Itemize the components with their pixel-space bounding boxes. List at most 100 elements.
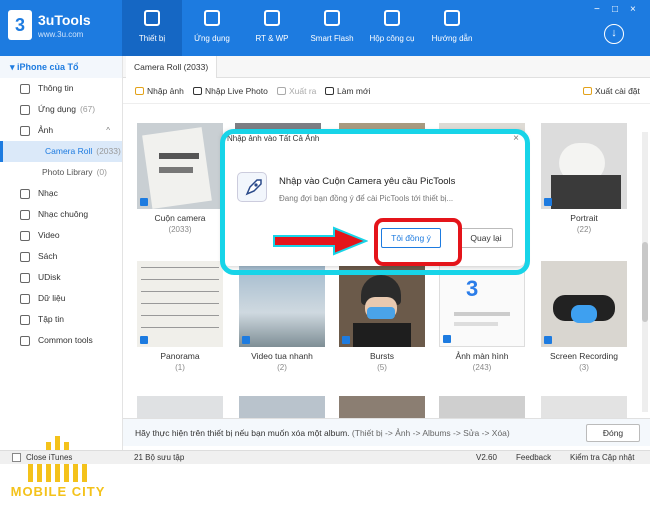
check-update-link[interactable]: Kiểm tra Cập nhật bbox=[570, 453, 634, 462]
sidebar-item-udisk[interactable]: UDisk bbox=[0, 267, 122, 288]
nav-smart-flash[interactable]: Smart Flash bbox=[302, 0, 362, 56]
tab-camera-roll[interactable]: Camera Roll (2033) bbox=[126, 56, 218, 78]
album-count: (2) bbox=[277, 363, 287, 372]
album-count: (3) bbox=[579, 363, 589, 372]
album-hint-bar: Hãy thực hiện trên thiết bị nếu bạn muốn… bbox=[123, 418, 650, 446]
minimize-icon[interactable]: − bbox=[594, 4, 600, 15]
select-checkbox[interactable] bbox=[140, 336, 148, 344]
album-tile[interactable] bbox=[541, 396, 627, 418]
maximize-icon[interactable]: □ bbox=[612, 4, 618, 15]
sidebar-item-count: (0) bbox=[96, 167, 107, 177]
export-button[interactable]: Xuất ra bbox=[277, 86, 316, 96]
select-checkbox[interactable] bbox=[443, 335, 451, 343]
refresh-button[interactable]: Làm mới bbox=[325, 86, 370, 96]
close-window-icon[interactable]: × bbox=[630, 4, 636, 15]
sidebar-item-common-tools[interactable]: Common tools bbox=[0, 330, 122, 351]
sidebar-item-label: UDisk bbox=[38, 272, 61, 282]
sidebar-item-count: (2033) bbox=[96, 146, 121, 156]
nav-label: Ứng dụng bbox=[194, 34, 230, 43]
mobile-city-watermark: MOBILE CITY bbox=[8, 436, 108, 506]
album-count: (22) bbox=[576, 225, 592, 234]
device-label: iPhone của Tổ bbox=[17, 62, 79, 72]
album-name: Panorama bbox=[160, 351, 200, 361]
sidebar-item-label: Camera Roll bbox=[45, 146, 93, 156]
nav-ringtones[interactable]: RT & WP bbox=[242, 0, 302, 56]
sidebar-item-video[interactable]: Video bbox=[0, 225, 122, 246]
import-live-photo-button[interactable]: Nhập Live Photo bbox=[193, 86, 268, 96]
select-checkbox[interactable] bbox=[342, 336, 350, 344]
select-checkbox[interactable] bbox=[140, 198, 148, 206]
select-checkbox[interactable] bbox=[544, 198, 552, 206]
nav-apps[interactable]: Ứng dụng bbox=[182, 0, 242, 56]
album-name: Ảnh màn hình bbox=[455, 351, 509, 361]
file-icon bbox=[20, 315, 30, 325]
sidebar-item-files[interactable]: Tập tin bbox=[0, 309, 122, 330]
sidebar-item-count: (67) bbox=[79, 104, 96, 114]
select-checkbox[interactable] bbox=[242, 336, 250, 344]
album-tile[interactable]: Panorama (1) bbox=[137, 261, 223, 381]
album-tile[interactable] bbox=[137, 396, 223, 418]
vertical-scrollbar[interactable] bbox=[642, 132, 648, 412]
sidebar-item-apps[interactable]: Ứng dụng (67) bbox=[0, 99, 122, 120]
album-tile[interactable]: Video tua nhanh (2) bbox=[239, 261, 325, 381]
album-count: (5) bbox=[377, 363, 387, 372]
sidebar-item-photo-library[interactable]: Photo Library (0) bbox=[0, 162, 122, 183]
album-thumbnail bbox=[137, 123, 223, 209]
sidebar-item-photos[interactable]: Ảnh ^ bbox=[0, 120, 122, 141]
main-nav: Thiết bị Ứng dụng RT & WP Smart Flash Hộ… bbox=[122, 0, 482, 56]
app-logo: 3 3uTools www.3u.com bbox=[8, 10, 108, 44]
select-checkbox[interactable] bbox=[544, 336, 552, 344]
sidebar-item-label: Nhạc bbox=[38, 188, 58, 198]
sidebar-item-label: Ảnh bbox=[38, 125, 54, 135]
device-name[interactable]: ▾ iPhone của Tổ bbox=[0, 56, 122, 78]
refresh-label: Làm mới bbox=[337, 86, 371, 96]
album-tile[interactable]: Cuộn camera (2033) bbox=[137, 123, 223, 243]
sidebar-item-label: Ứng dụng bbox=[38, 104, 76, 114]
close-button[interactable]: Đóng bbox=[586, 424, 640, 442]
sidebar-item-info[interactable]: Thông tin bbox=[0, 78, 122, 99]
download-icon[interactable]: ↓ bbox=[604, 24, 624, 44]
nav-label: Hộp công cụ bbox=[369, 34, 415, 43]
sidebar-item-ringtones[interactable]: Nhạc chuông bbox=[0, 204, 122, 225]
export-settings-button[interactable]: Xuất cài đặt bbox=[583, 86, 640, 96]
sidebar-item-data[interactable]: Dữ liệu bbox=[0, 288, 122, 309]
album-tile[interactable] bbox=[439, 396, 525, 418]
album-tile[interactable] bbox=[339, 396, 425, 418]
export-icon bbox=[277, 87, 286, 95]
album-count: (2033) bbox=[168, 225, 192, 234]
nav-device[interactable]: Thiết bị bbox=[122, 0, 182, 56]
sidebar-item-books[interactable]: Sách bbox=[0, 246, 122, 267]
close-itunes-checkbox[interactable] bbox=[12, 453, 21, 462]
flash-icon bbox=[324, 10, 340, 26]
sidebar-item-camera-roll[interactable]: Camera Roll (2033) bbox=[0, 141, 122, 162]
album-tile[interactable] bbox=[239, 396, 325, 418]
logo-badge: 3 bbox=[8, 10, 32, 40]
album-tile[interactable]: Portrait (22) bbox=[541, 123, 627, 243]
status-bar: Close iTunes 21 Bộ sưu tập V2.60 Feedbac… bbox=[0, 450, 650, 464]
close-itunes-label: Close iTunes bbox=[26, 453, 73, 462]
collections-count: 21 Bộ sưu tập bbox=[134, 453, 185, 462]
tools-icon bbox=[20, 336, 30, 346]
album-thumbnail bbox=[541, 396, 627, 418]
sidebar-item-music[interactable]: Nhạc bbox=[0, 183, 122, 204]
nav-tutorial[interactable]: Hướng dẫn bbox=[422, 0, 482, 56]
album-thumbnail bbox=[541, 123, 627, 209]
album-name: Bursts bbox=[369, 351, 395, 361]
feedback-link[interactable]: Feedback bbox=[516, 453, 551, 462]
scrollbar-thumb[interactable] bbox=[642, 242, 648, 322]
photo-toolbar: Nhập ảnh Nhập Live Photo Xuất ra Làm mới… bbox=[123, 78, 650, 104]
album-name: Video tua nhanh bbox=[251, 351, 313, 361]
sidebar-item-label: Dữ liệu bbox=[38, 293, 66, 303]
album-tile[interactable]: 3 Ảnh màn hình (243) bbox=[439, 261, 525, 381]
import-live-label: Nhập Live Photo bbox=[205, 86, 268, 96]
import-photo-label: Nhập ảnh bbox=[147, 86, 184, 96]
hint-text: Hãy thực hiện trên thiết bị nếu bạn muốn… bbox=[135, 428, 510, 438]
album-tile[interactable]: Bursts (5) bbox=[339, 261, 425, 381]
album-tile[interactable]: Screen Recording (3) bbox=[541, 261, 627, 381]
nav-toolbox[interactable]: Hộp công cụ bbox=[362, 0, 422, 56]
nav-label: Thiết bị bbox=[138, 34, 166, 43]
import-photo-button[interactable]: Nhập ảnh bbox=[135, 86, 184, 96]
app-title: 3uTools bbox=[38, 12, 91, 28]
red-highlight-box bbox=[374, 218, 462, 266]
album-name: Portrait bbox=[570, 213, 598, 223]
